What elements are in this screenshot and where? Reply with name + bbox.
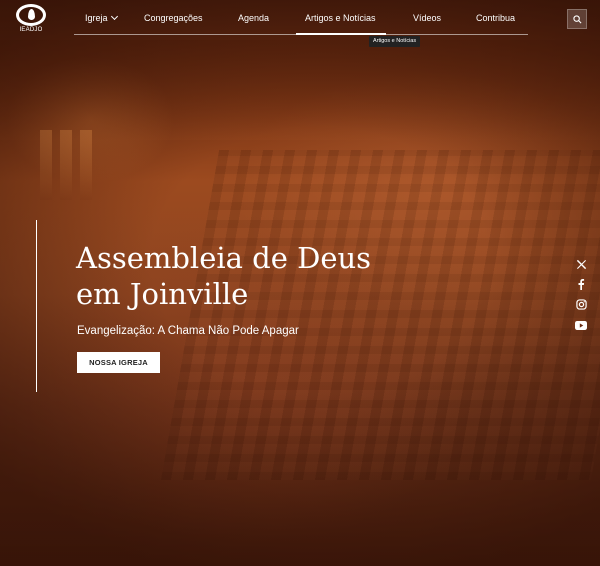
hero-title-line: em Joinville xyxy=(76,277,249,311)
search-icon xyxy=(573,15,582,24)
nav-active-indicator xyxy=(296,33,386,35)
nav-item-artigos[interactable]: Artigos e Notícias xyxy=(305,13,376,23)
search-button[interactable] xyxy=(567,9,587,29)
hero-subtitle[interactable]: Evangelização: A Chama Não Pode Apagar xyxy=(77,325,299,337)
nav-item-congregacoes[interactable]: Congregações xyxy=(144,13,203,23)
nav-item-contribua[interactable]: Contribua xyxy=(476,13,515,23)
nav-item-agenda[interactable]: Agenda xyxy=(238,13,269,23)
site-header: IEADJO Igreja Congregações Agenda Artigo… xyxy=(0,0,600,47)
youtube-icon[interactable] xyxy=(574,318,588,332)
hero-title-line: Assembleia de Deus xyxy=(76,241,372,275)
site-logo[interactable]: IEADJO xyxy=(14,4,48,34)
chevron-down-icon xyxy=(110,12,118,21)
facebook-icon[interactable] xyxy=(574,277,588,291)
nav-item-label: Igreja xyxy=(85,13,108,23)
flame-logo-icon xyxy=(16,4,46,26)
instagram-icon[interactable] xyxy=(574,297,588,311)
hero-title: Assembleia de Deus em Joinville xyxy=(76,240,406,312)
nav-tooltip: Artigos e Notícias xyxy=(369,36,421,47)
hero-accent-line xyxy=(36,220,37,392)
nossa-igreja-button[interactable]: NOSSA IGREJA xyxy=(77,352,160,373)
x-icon[interactable] xyxy=(574,257,588,271)
main-nav: Igreja Congregações Agenda Artigos e Not… xyxy=(74,0,528,35)
logo-text: IEADJO xyxy=(19,27,43,33)
nav-item-igreja[interactable]: Igreja xyxy=(85,12,118,23)
nav-item-videos[interactable]: Vídeos xyxy=(413,13,441,23)
